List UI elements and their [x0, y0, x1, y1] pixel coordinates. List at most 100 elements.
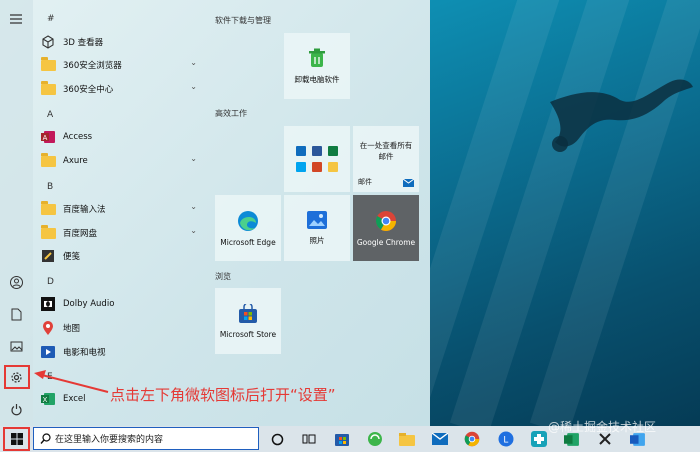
app-item-360-browser[interactable]: 360安全浏览器 ⌄ — [40, 54, 205, 76]
app-label: 3D 查看器 — [63, 38, 104, 48]
app-item-baidu-ime[interactable]: 百度输入法 ⌄ — [40, 198, 205, 220]
pictures-icon[interactable] — [8, 338, 24, 354]
tile-photos[interactable]: 照片 — [284, 195, 350, 261]
app-letter-header[interactable]: # — [47, 14, 55, 24]
tile-mail[interactable]: 在一处查看所有邮件 邮件 — [353, 126, 419, 192]
settings-gear-icon[interactable] — [8, 369, 24, 385]
chevron-down-icon: ⌄ — [190, 154, 197, 163]
app-letter-header[interactable]: B — [47, 182, 53, 192]
user-avatar-icon[interactable] — [8, 274, 24, 290]
app-item-dolby-audio[interactable]: Dolby Audio — [40, 293, 205, 315]
access-icon: A — [40, 129, 56, 145]
sticky-notes-icon — [40, 248, 56, 264]
app-item-baidu-netdisk[interactable]: 百度网盘 ⌄ — [40, 222, 205, 244]
chevron-down-icon: ⌄ — [190, 58, 197, 67]
app-label: 百度网盘 — [63, 229, 98, 239]
chevron-down-icon: ⌄ — [190, 82, 197, 91]
app-label: 360安全中心 — [63, 85, 114, 95]
section-header-software: 软件下载与管理 — [215, 16, 271, 25]
office-app-grid — [296, 146, 338, 172]
app-letter-header[interactable]: D — [47, 277, 54, 287]
app-item-3d-viewer[interactable]: 3D 查看器 — [40, 31, 205, 53]
task-view-icon[interactable] — [300, 430, 318, 448]
file-explorer-icon[interactable] — [398, 430, 416, 448]
app-label: 地图 — [63, 324, 81, 334]
mail-tile-text: 在一处查看所有邮件 — [359, 141, 413, 161]
app-item-sticky-notes[interactable]: 便笺 — [40, 245, 205, 267]
mail-icon — [403, 179, 414, 187]
tile-label: Google Chrome — [356, 237, 416, 247]
app-label: 便笺 — [63, 252, 81, 262]
taskbar-chrome-icon[interactable] — [463, 430, 481, 448]
edge-browser-icon — [238, 210, 258, 231]
taskbar-mail-icon[interactable] — [431, 430, 449, 448]
chrome-browser-icon — [375, 210, 396, 231]
recycle-bin-icon — [309, 48, 325, 67]
dolby-icon — [40, 296, 56, 312]
chevron-down-icon: ⌄ — [190, 202, 197, 211]
search-placeholder: 在这里输入你要搜索的内容 — [55, 435, 164, 445]
section-header-browse: 浏览 — [215, 272, 231, 281]
powerpoint-icon — [312, 162, 322, 172]
start-rail — [0, 0, 33, 426]
desktop-screen: # 3D 查看器 360安全浏览器 ⌄ 360安全中心 ⌄ A A Access — [0, 0, 700, 452]
tile-microsoft-edge[interactable]: Microsoft Edge — [215, 195, 281, 261]
app-label: Dolby Audio — [63, 299, 115, 309]
cube-icon — [40, 34, 56, 50]
watermark-text: @稀土掘金技术社区 — [548, 420, 657, 434]
app-item-360-security[interactable]: 360安全中心 ⌄ — [40, 78, 205, 100]
outlook-icon — [296, 146, 306, 156]
tile-google-chrome[interactable]: Google Chrome — [353, 195, 419, 261]
folder-icon — [40, 56, 56, 73]
app-label: 电影和电视 — [63, 348, 106, 358]
app-label: Axure — [63, 156, 88, 166]
tile-office-apps[interactable] — [284, 126, 350, 192]
store-bag-icon — [239, 303, 257, 323]
mail-tile-label: 邮件 — [358, 178, 372, 186]
photos-icon — [307, 210, 327, 229]
annotation-text: 点击左下角微软图标后打开“设置” — [110, 386, 336, 404]
tile-uninstall-software[interactable]: 卸载电脑软件 — [284, 33, 350, 99]
svg-text:L: L — [503, 435, 508, 445]
map-pin-icon — [40, 320, 56, 336]
folder-icon — [40, 152, 56, 169]
section-header-productivity: 高效工作 — [215, 109, 247, 118]
tile-microsoft-store[interactable]: Microsoft Store — [215, 288, 281, 354]
power-icon[interactable] — [8, 401, 24, 417]
search-icon — [40, 433, 51, 444]
app-item-maps[interactable]: 地图 — [40, 317, 205, 339]
svg-text:A: A — [42, 135, 47, 142]
start-button[interactable] — [3, 427, 30, 451]
tile-label: 照片 — [309, 235, 325, 245]
app-letter-header[interactable]: A — [47, 110, 53, 120]
tile-label: 卸载电脑软件 — [294, 74, 340, 84]
annotation-arrow — [34, 370, 109, 393]
taskbar-medical-icon[interactable] — [530, 430, 548, 448]
word-icon — [312, 146, 322, 156]
taskbar-search-box[interactable]: 在这里输入你要搜索的内容 — [33, 427, 259, 450]
windows-logo-icon — [10, 433, 23, 445]
app-item-axure[interactable]: Axure ⌄ — [40, 150, 205, 172]
svg-text:X: X — [42, 397, 47, 404]
app-label: 百度输入法 — [63, 205, 106, 215]
app-item-movies-tv[interactable]: 电影和电视 — [40, 341, 205, 363]
taskbar-360-icon[interactable] — [366, 430, 384, 448]
folder-icon — [40, 200, 56, 217]
folder-icon — [40, 80, 56, 97]
app-label: 360安全浏览器 — [63, 61, 122, 71]
taskbar-lark-icon[interactable]: L — [497, 430, 515, 448]
swimmer-image — [550, 79, 693, 152]
skype-icon — [296, 162, 306, 172]
app-item-access[interactable]: A Access — [40, 126, 205, 148]
taskbar-store-icon[interactable] — [333, 430, 351, 448]
cortana-icon[interactable] — [268, 430, 286, 448]
documents-icon[interactable] — [8, 306, 24, 322]
excel-icon — [328, 146, 338, 156]
onedrive-icon — [328, 162, 338, 172]
hamburger-menu-icon[interactable] — [8, 11, 24, 27]
chevron-down-icon: ⌄ — [190, 226, 197, 235]
app-label: Access — [63, 132, 93, 142]
tile-label: Microsoft Edge — [220, 237, 276, 247]
tile-label: Microsoft Store — [219, 329, 277, 339]
film-icon — [40, 344, 56, 360]
